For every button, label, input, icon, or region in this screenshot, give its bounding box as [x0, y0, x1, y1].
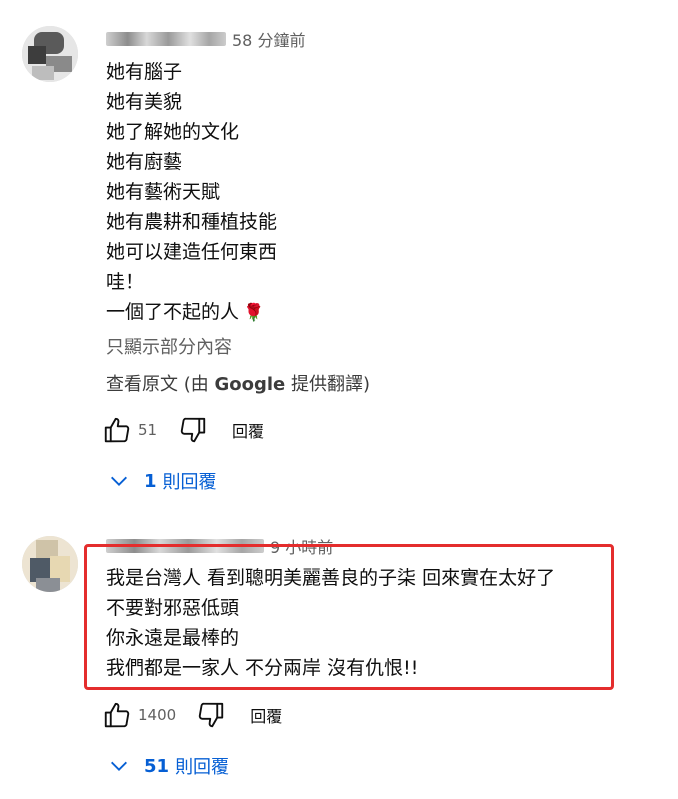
reply-button[interactable]: 回覆: [250, 703, 282, 727]
comment-line: 哇！: [106, 271, 145, 293]
comment-header: 58 分鐘前: [106, 28, 305, 50]
timestamp[interactable]: 58 分鐘前: [232, 27, 305, 51]
translate-prefix: 查看原文 (由: [106, 374, 215, 395]
comment-line: 她了解她的文化: [106, 121, 240, 143]
avatar[interactable]: [22, 536, 78, 592]
comment-line-last: 一個了不起的人 🌹: [106, 297, 264, 328]
thumbs-up-icon: [104, 417, 130, 443]
see-original-link[interactable]: 查看原文 (由 Google 提供翻譯): [106, 373, 370, 397]
thumbs-down-icon: [199, 702, 224, 728]
view-replies-button[interactable]: 51 則回覆: [108, 753, 229, 779]
replies-count: 51: [144, 755, 170, 777]
view-replies-button[interactable]: 1 則回覆: [108, 468, 217, 494]
comment-line: 她有美貌: [106, 91, 183, 113]
like-button[interactable]: [100, 413, 134, 447]
comment-line: 她有廚藝: [106, 151, 183, 173]
comment-line: 她有農耕和種植技能: [106, 211, 278, 233]
translate-suffix: 提供翻譯): [285, 374, 370, 395]
replies-label: 則回覆: [162, 472, 217, 493]
chevron-down-icon: [111, 761, 127, 771]
google-brand: Google: [214, 374, 286, 395]
show-less-link[interactable]: 只顯示部分內容: [106, 336, 232, 360]
comment-line: 她有腦子: [106, 61, 183, 83]
comment-line: 她有藝術天賦: [106, 181, 221, 203]
thumbs-down-icon: [180, 417, 206, 443]
dislike-button[interactable]: [194, 698, 228, 732]
comment-actions: 51 回覆: [100, 412, 264, 448]
replies-label: 則回覆: [175, 757, 230, 778]
comment-actions: 1400 回覆: [100, 697, 282, 733]
highlight-box: [84, 544, 614, 690]
author-name-blurred[interactable]: [106, 32, 226, 46]
replies-count: 1: [144, 470, 157, 492]
avatar[interactable]: [22, 26, 78, 82]
like-button[interactable]: [100, 698, 134, 732]
like-count: 1400: [138, 706, 177, 724]
comment-line: 一個了不起的人: [106, 301, 240, 323]
thumbs-up-icon: [104, 702, 130, 728]
dislike-button[interactable]: [176, 413, 210, 447]
chevron-down-icon: [111, 476, 127, 486]
reply-button[interactable]: 回覆: [232, 418, 264, 442]
rose-emoji: 🌹: [243, 303, 265, 323]
comment-line: 她可以建造任何東西: [106, 241, 278, 263]
like-count: 51: [138, 421, 158, 439]
